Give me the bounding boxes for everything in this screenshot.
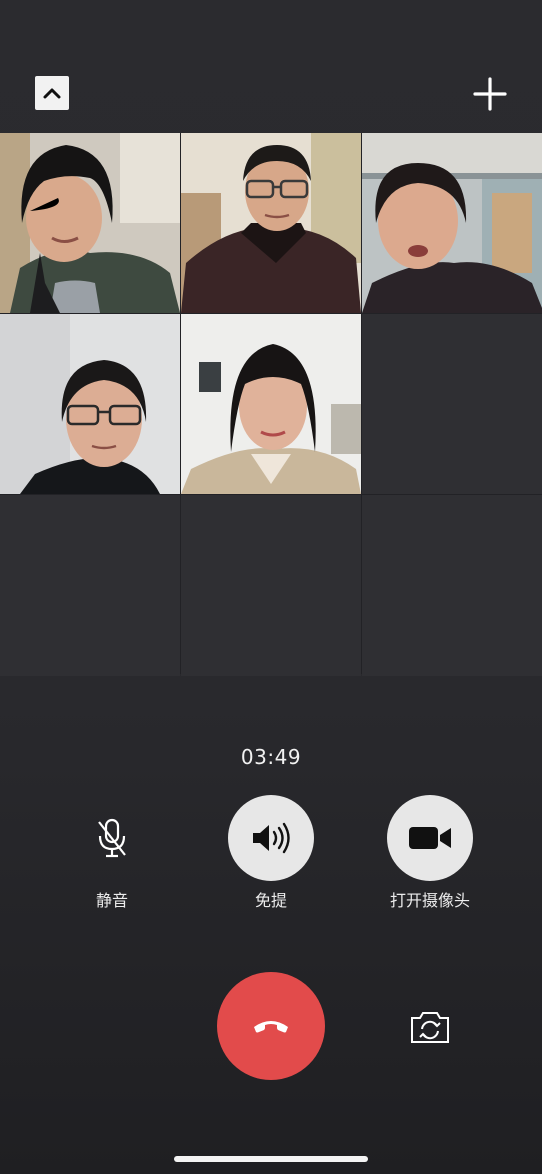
empty-video-slot (0, 495, 180, 676)
video-grid (0, 133, 542, 676)
video-camera-icon (409, 827, 451, 849)
participant-video-tile[interactable] (181, 133, 361, 313)
collapse-button[interactable] (35, 76, 69, 110)
participant-video-tile[interactable] (0, 133, 180, 313)
camera-switch-button[interactable] (408, 1008, 452, 1046)
participant-video-tile[interactable] (181, 314, 361, 494)
participant-video (181, 314, 361, 494)
participant-video-tile[interactable] (362, 133, 542, 313)
participant-video-tile[interactable] (0, 314, 180, 494)
speaker-button[interactable]: 免提 (211, 795, 331, 911)
plus-icon (473, 77, 507, 111)
camera-button[interactable]: 打开摄像头 (370, 795, 490, 911)
speaker-button-circle[interactable] (228, 795, 314, 881)
chevron-up-icon (43, 88, 61, 99)
camera-button-circle[interactable] (387, 795, 473, 881)
add-participant-button[interactable] (472, 76, 508, 112)
empty-video-slot (362, 495, 542, 676)
participant-video (362, 133, 542, 313)
hangup-button[interactable] (217, 972, 325, 1080)
top-bar (0, 0, 542, 132)
microphone-off-icon (98, 818, 126, 858)
mute-button[interactable]: 静音 (52, 795, 172, 911)
participant-video (0, 133, 180, 313)
camera-label: 打开摄像头 (389, 891, 470, 910)
home-indicator[interactable] (174, 1156, 368, 1162)
speaker-icon (253, 822, 290, 854)
participant-video (0, 314, 180, 494)
phone-hangup-icon (254, 1021, 288, 1033)
mute-button-circle[interactable] (69, 795, 155, 881)
speaker-label: 免提 (254, 891, 287, 910)
call-duration: 03:49 (240, 745, 302, 769)
empty-video-slot (181, 495, 361, 676)
empty-video-slot (362, 314, 542, 494)
camera-switch-icon (411, 1012, 449, 1043)
mute-label: 静音 (95, 891, 128, 910)
participant-video (181, 133, 361, 313)
